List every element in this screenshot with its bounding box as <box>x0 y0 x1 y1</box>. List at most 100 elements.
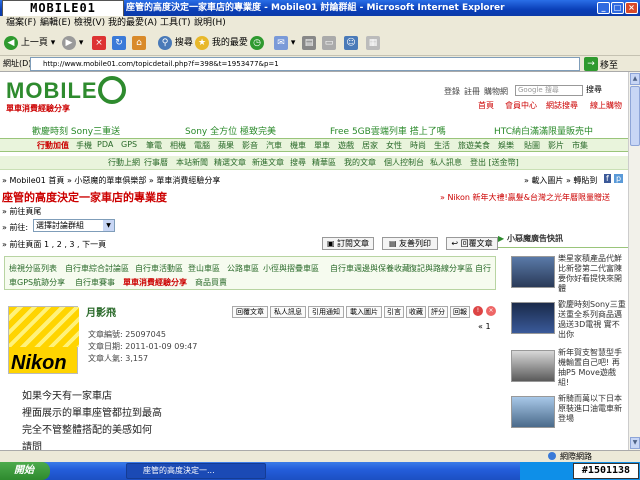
subnav-my-articles[interactable]: 我的文章 <box>344 157 376 168</box>
search-button[interactable]: ⚲ 搜尋 <box>158 35 193 51</box>
promo-3[interactable]: Free 5GB雲端列車 搭上了嗎 <box>330 124 446 137</box>
forum-select[interactable]: 選擇討論群組 ▼ <box>33 219 115 232</box>
nav-fashion[interactable]: 時尚 <box>410 140 426 151</box>
nav-gps[interactable]: GPS <box>121 140 137 149</box>
cat-race[interactable]: 自行車賽事 <box>75 277 115 288</box>
nav-online-shop[interactable]: 線上購物 <box>590 100 622 111</box>
nav-member-center[interactable]: 會員中心 <box>505 100 537 111</box>
post-quote-button[interactable]: 引言 <box>384 306 404 318</box>
refresh-button[interactable]: ↻ <box>112 35 126 51</box>
nav-computer[interactable]: 電腦 <box>194 140 210 151</box>
edit-button[interactable]: ▭ <box>322 35 336 51</box>
go-button[interactable]: 移至 <box>600 58 618 71</box>
subscribe-button[interactable]: ▣ 訂閱文章 <box>322 237 374 250</box>
post-load-images-button[interactable]: 載入圖片 <box>346 306 382 318</box>
sidebar-item[interactable]: 樂星家積產品代鮮比新發第二代富陳要你好看提快來開體 <box>498 254 628 294</box>
messenger-button[interactable]: ☺ <box>344 35 358 51</box>
subnav-featured[interactable]: 精選文章 <box>214 157 246 168</box>
scroll-down-arrow-icon[interactable]: ▼ <box>630 437 640 449</box>
subnav-calendar[interactable]: 行事曆 <box>144 157 168 168</box>
nav-home-living[interactable]: 居家 <box>362 140 378 151</box>
cat-folding[interactable]: 小徑與摺疊車區 <box>263 263 319 274</box>
warning-icon[interactable]: ! <box>473 306 483 316</box>
cat-trade[interactable]: 商品買賣 <box>195 277 227 288</box>
nav-bicycle[interactable]: 單車 <box>314 140 330 151</box>
reply-button[interactable]: ↩ 回覆文章 <box>446 237 498 250</box>
post-rate-button[interactable]: 評分 <box>428 306 448 318</box>
go-arrow-icon[interactable]: → <box>584 57 598 71</box>
post-collect-button[interactable]: 收藏 <box>406 306 426 318</box>
menu-view[interactable]: 檢視(V) <box>74 16 105 30</box>
menu-file[interactable]: 檔案(F) <box>6 16 36 30</box>
post-report-button[interactable]: 回報 <box>450 306 470 318</box>
page-navigation[interactable]: » 前往頁面 1 , 2 , 3 , 下一頁 <box>2 239 106 250</box>
cat-routes[interactable]: 復記與路線分享區 <box>409 263 473 274</box>
nav-stickers[interactable]: 貼圖 <box>524 140 540 151</box>
subnav-logout[interactable]: 登出 [送金幣] <box>470 157 519 168</box>
taskbar-ie-window[interactable]: 座管的高度決定一... <box>126 463 266 479</box>
nav-market[interactable]: 市集 <box>572 140 588 151</box>
mail-button[interactable]: ✉ ▾ <box>274 35 295 51</box>
shop-link[interactable]: 購物網 <box>484 86 508 97</box>
minimize-button[interactable]: _ <box>597 2 610 14</box>
nav-home[interactable]: 首頁 <box>478 100 494 111</box>
search-input[interactable]: Google 搜尋 <box>515 85 583 96</box>
back-button[interactable]: ◀ 上一頁 ▾ <box>4 35 55 51</box>
post-pager[interactable]: « 1 <box>478 322 491 331</box>
sidebar-item[interactable]: 新騎而萬以下日本原裝進口油電車新登場 <box>498 394 628 434</box>
nav-av[interactable]: 影音 <box>242 140 258 151</box>
nav-game[interactable]: 遊戲 <box>338 140 354 151</box>
subnav-private-message[interactable]: 私人訊息 <box>430 157 462 168</box>
facebook-icon[interactable]: f <box>604 174 611 183</box>
cat-mtb[interactable]: 登山車區 <box>188 263 220 274</box>
nav-female[interactable]: 女性 <box>386 140 402 151</box>
promo-1[interactable]: 歡慶時刻 Sony三重送 <box>32 124 120 137</box>
nav-video[interactable]: 影片 <box>548 140 564 151</box>
promo-2[interactable]: Sony 全方位 極致完美 <box>185 124 276 137</box>
start-button[interactable]: 開始 <box>0 462 50 480</box>
cat-accessories[interactable]: 自行車週邊與保養收藏 <box>330 263 410 274</box>
subnav-elite[interactable]: 精華區 <box>312 157 336 168</box>
address-input[interactable]: http://www.mobile01.com/topicdetail.php?… <box>30 57 580 71</box>
nav-motorcycle[interactable]: 機車 <box>290 140 306 151</box>
post-reply-button[interactable]: 回覆文章 <box>232 306 268 318</box>
cat-general[interactable]: 自行車綜合討論區 <box>65 263 129 274</box>
nav-pda[interactable]: PDA <box>97 140 113 149</box>
print-button[interactable]: ▤ <box>302 35 316 51</box>
goto-bottom-link[interactable]: » 前往頁尾 <box>2 206 41 217</box>
sponsor-logo[interactable]: Nikon <box>8 306 79 374</box>
history-button[interactable]: ◷ <box>250 35 264 51</box>
vertical-scrollbar[interactable]: ▲ ▼ <box>628 72 640 450</box>
cat-events[interactable]: 自行車活動區 <box>135 263 183 274</box>
menu-help[interactable]: 說明(H) <box>194 16 226 30</box>
nav-notebook[interactable]: 筆電 <box>146 140 162 151</box>
post-message-button[interactable]: 私人訊息 <box>270 306 306 318</box>
nav-travel-food[interactable]: 旅遊美食 <box>458 140 490 151</box>
nav-mobile-value[interactable]: 行動加值 <box>37 140 69 151</box>
menu-tools[interactable]: 工具(T) <box>160 16 191 30</box>
plurk-icon[interactable]: p <box>614 174 624 183</box>
subnav-control-panel[interactable]: 個人控制台 <box>384 157 424 168</box>
menu-favorites[interactable]: 我的最愛(A) <box>108 16 157 30</box>
subnav-news[interactable]: 本站新聞 <box>176 157 208 168</box>
nav-camera[interactable]: 相機 <box>170 140 186 151</box>
promo-4[interactable]: HTC納白滿滿限量販売中 <box>494 124 593 137</box>
breadcrumb[interactable]: » Mobile01 首頁 » 小惡魔的單車俱樂部 » 單車消費經驗分享 <box>2 175 220 186</box>
tool-button[interactable]: ▦ <box>366 35 380 51</box>
scroll-up-arrow-icon[interactable]: ▲ <box>630 73 640 85</box>
cat-gps[interactable]: 車GPS航跡分享 <box>9 277 65 288</box>
nav-life[interactable]: 生活 <box>434 140 450 151</box>
sidebar-item[interactable]: 新年賀支智慧型手機輸置自己吧! 再抽P5 Move遊戲組! <box>498 348 628 388</box>
cat-gps-prefix[interactable]: 自行 <box>475 263 491 274</box>
subnav-mobile-web[interactable]: 行動上網 <box>108 157 140 168</box>
stop-button[interactable]: × <box>92 35 106 51</box>
cat-list[interactable]: 檢視分區列表 <box>9 263 57 274</box>
print-friendly-button[interactable]: ▤ 友善列印 <box>382 237 438 250</box>
favorites-button[interactable]: ★ 我的最愛 <box>195 35 248 51</box>
post-author[interactable]: 月影飛 <box>86 304 116 319</box>
close-button[interactable]: × <box>625 2 638 14</box>
menu-edit[interactable]: 編輯(E) <box>40 16 71 30</box>
forward-button[interactable]: ▶ ▾ <box>62 35 83 51</box>
nav-apple[interactable]: 蘋果 <box>218 140 234 151</box>
subnav-new-articles[interactable]: 新進文章 <box>252 157 284 168</box>
